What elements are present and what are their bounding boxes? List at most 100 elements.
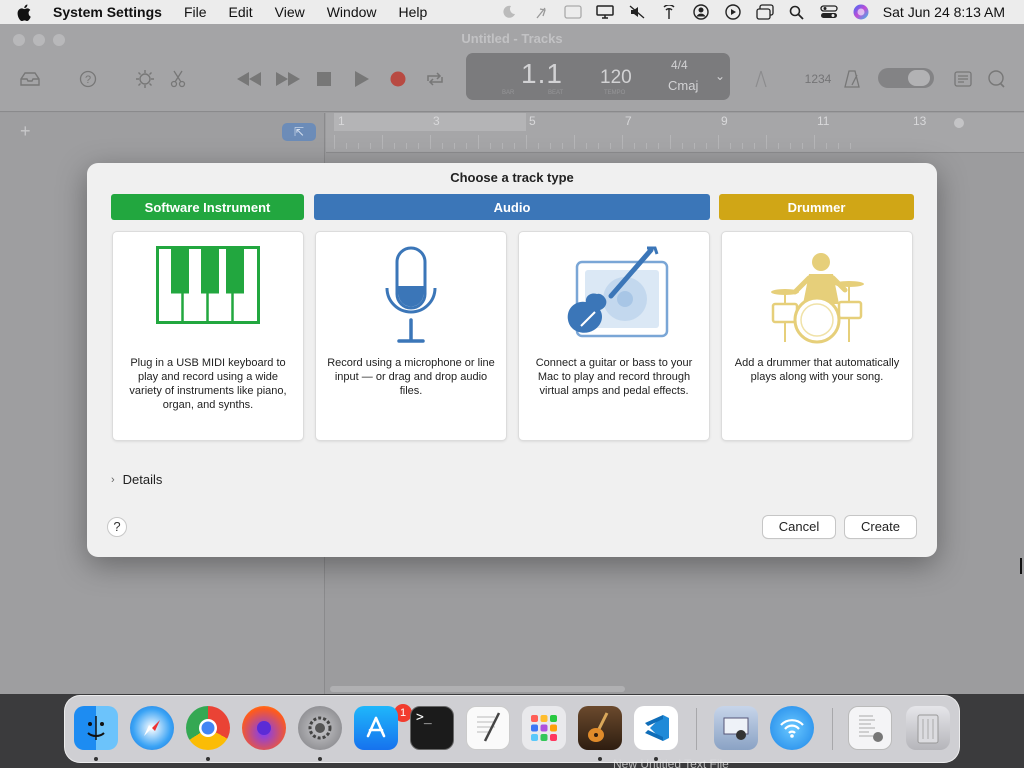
cancel-button[interactable]: Cancel xyxy=(763,516,835,538)
mute-icon[interactable] xyxy=(621,5,653,19)
menubar-clock[interactable]: Sat Jun 24 8:13 AM xyxy=(883,4,1005,20)
ruler-bar-5: 5 xyxy=(529,114,536,128)
details-disclosure[interactable]: › Details xyxy=(111,472,162,487)
dock-separator xyxy=(696,708,697,750)
notepad-icon[interactable] xyxy=(952,68,974,90)
finder-icon[interactable] xyxy=(74,706,118,750)
textedit-icon[interactable] xyxy=(466,706,510,750)
svg-text:?: ? xyxy=(85,74,91,86)
track-option-software-instrument[interactable]: Plug in a USB MIDI keyboard to play and … xyxy=(113,232,303,440)
system-settings-icon[interactable] xyxy=(298,706,342,750)
ruler-tick xyxy=(826,143,827,149)
category-software-instrument[interactable]: Software Instrument xyxy=(111,194,304,220)
window-frame-icon[interactable] xyxy=(557,5,589,19)
ruler-tick xyxy=(334,135,335,149)
wireless-diagnostics-icon[interactable] xyxy=(770,706,814,750)
cycle-region[interactable] xyxy=(334,113,526,131)
category-audio[interactable]: Audio xyxy=(314,194,710,220)
ruler-tick xyxy=(526,135,527,149)
lcd-time-signature: 4/4 xyxy=(671,58,688,72)
menu-edit[interactable]: Edit xyxy=(229,4,253,20)
lcd-bar-label: BAR xyxy=(502,90,515,96)
lcd-chevron-down-icon[interactable]: ⌄ xyxy=(715,69,725,83)
ruler-tick xyxy=(694,143,695,149)
menu-file[interactable]: File xyxy=(184,4,207,20)
text-cursor xyxy=(1020,558,1023,574)
control-center-icon[interactable] xyxy=(813,5,845,19)
smart-controls-icon[interactable] xyxy=(134,68,156,90)
safari-icon[interactable] xyxy=(130,706,174,750)
ruler-tick xyxy=(490,143,491,149)
add-track-icon[interactable]: + xyxy=(20,121,31,142)
ruler-tick xyxy=(730,143,731,149)
rewind-icon[interactable] xyxy=(236,68,262,90)
chevron-right-icon[interactable]: › xyxy=(111,474,115,486)
downloads-stack-icon[interactable] xyxy=(848,706,892,750)
apple-logo-icon[interactable] xyxy=(17,4,37,21)
garageband-running-dot xyxy=(598,757,602,761)
ruler-tick xyxy=(622,135,623,149)
display-icon[interactable] xyxy=(589,5,621,19)
feather-icon[interactable] xyxy=(525,5,557,19)
track-option-microphone[interactable]: Record using a microphone or line input … xyxy=(316,232,506,440)
horizontal-scrollbar[interactable] xyxy=(330,686,625,692)
cycle-icon[interactable] xyxy=(424,68,446,90)
launchpad-icon[interactable] xyxy=(522,706,566,750)
loop-browser-icon[interactable] xyxy=(985,68,1007,90)
user-circle-icon[interactable] xyxy=(685,4,717,20)
ruler-tick xyxy=(346,143,347,149)
trash-icon[interactable] xyxy=(906,706,950,750)
microphone-icon xyxy=(381,246,441,356)
lcd-tempo-label: TEMPO xyxy=(604,90,626,96)
zoom-slider-knob[interactable] xyxy=(954,118,964,128)
track-option-drummer[interactable]: Add a drummer that automatically plays a… xyxy=(722,232,912,440)
menu-window[interactable]: Window xyxy=(327,4,377,20)
library-icon[interactable] xyxy=(18,68,42,90)
record-icon[interactable] xyxy=(388,68,408,90)
menu-view[interactable]: View xyxy=(275,4,305,20)
piano-keyboard-icon xyxy=(156,246,260,356)
lcd-display[interactable]: 1.1 BAR BEAT 120 TEMPO 4/4 Cmaj ⌄ xyxy=(466,53,730,100)
play-icon[interactable] xyxy=(352,68,372,90)
track-option-guitar-bass[interactable]: Connect a guitar or bass to your Mac to … xyxy=(519,232,709,440)
count-in-button[interactable]: 1234 xyxy=(803,68,833,90)
siri-icon[interactable] xyxy=(845,4,877,20)
terminal-icon[interactable]: >_ xyxy=(410,706,454,750)
play-circle-icon[interactable] xyxy=(717,4,749,20)
search-icon[interactable] xyxy=(781,5,813,20)
ruler-tick xyxy=(502,143,503,149)
menu-help[interactable]: Help xyxy=(399,4,428,20)
metronome-icon[interactable] xyxy=(842,68,862,90)
create-button[interactable]: Create xyxy=(845,516,916,538)
fast-forward-icon[interactable] xyxy=(275,68,301,90)
ruler-tick xyxy=(814,135,815,149)
tuner-icon[interactable] xyxy=(752,68,770,90)
preview-icon[interactable] xyxy=(714,706,758,750)
firefox-icon[interactable] xyxy=(242,706,286,750)
master-volume-toggle[interactable] xyxy=(878,68,934,88)
help-button[interactable]: ? xyxy=(107,517,127,537)
scissors-icon[interactable] xyxy=(168,68,188,90)
dock-separator xyxy=(832,708,833,750)
stop-icon[interactable] xyxy=(314,68,334,90)
chrome-icon[interactable] xyxy=(186,706,230,750)
ruler-tick xyxy=(538,143,539,149)
vscode-icon[interactable] xyxy=(634,706,678,750)
moon-icon[interactable] xyxy=(493,5,525,19)
ruler-tick xyxy=(358,143,359,149)
ruler-tick xyxy=(682,143,683,149)
category-drummer[interactable]: Drummer xyxy=(719,194,914,220)
track-filter-button[interactable]: ⇱ xyxy=(282,123,316,141)
ruler-tick xyxy=(658,143,659,149)
menu-app-name[interactable]: System Settings xyxy=(53,4,162,20)
ruler-bar-13: 13 xyxy=(913,114,927,128)
timeline-ruler[interactable]: 1 3 5 7 9 11 13 xyxy=(326,113,1024,153)
quick-help-icon[interactable]: ? xyxy=(78,68,98,90)
ruler-tick xyxy=(466,143,467,149)
card-description: Plug in a USB MIDI keyboard to play and … xyxy=(129,357,287,411)
app-store-icon[interactable] xyxy=(354,706,398,750)
antenna-icon[interactable] xyxy=(653,5,685,19)
garageband-icon[interactable] xyxy=(578,706,622,750)
windows-icon[interactable] xyxy=(749,4,781,20)
ruler-tick xyxy=(670,135,671,149)
